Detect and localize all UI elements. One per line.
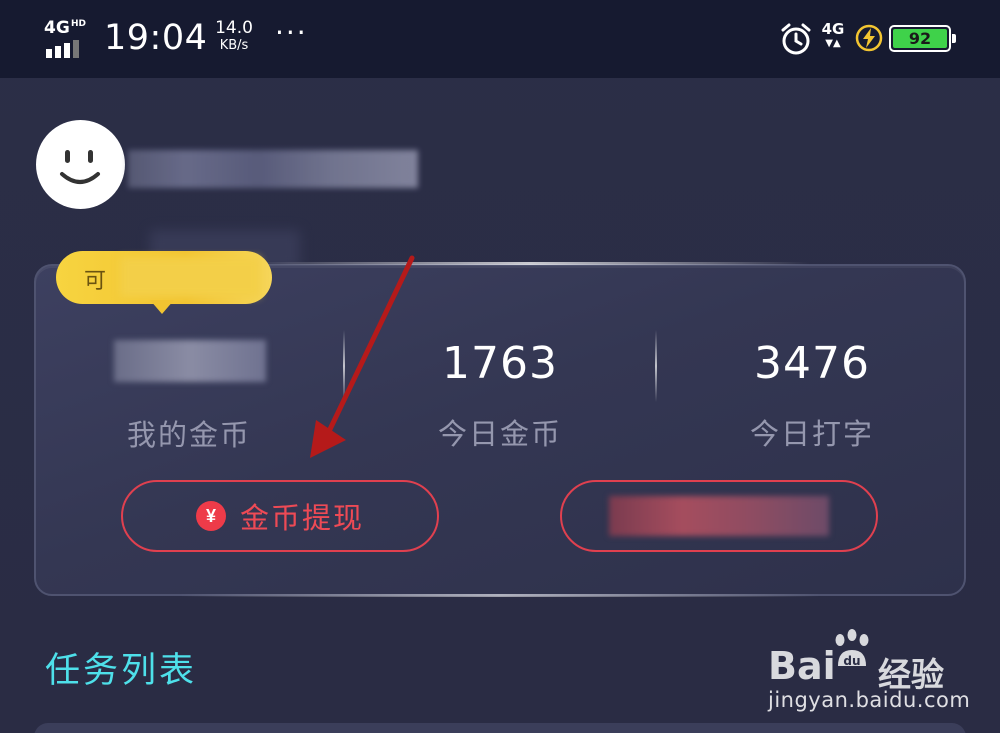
mobile-data-indicator: 4G ▼▲ — [819, 21, 847, 57]
status-bar: 4G HD 19:04 14.0 KB/s ··· 4G ▼▲ 92 — [0, 0, 1000, 78]
stat-today-typing: 3476 今日打字 — [657, 338, 967, 453]
yen-icon: ¥ — [195, 501, 226, 531]
paw-icon: du — [835, 629, 869, 668]
stat-label: 我的金币 — [126, 418, 251, 452]
avatar[interactable] — [36, 120, 125, 209]
smiley-face-icon — [60, 150, 100, 184]
stat-label: 今日打字 — [749, 417, 874, 451]
battery-icon: 92 — [889, 25, 956, 52]
coins-value-redacted — [114, 340, 266, 382]
watermark-site: jingyan.baidu.com — [768, 688, 971, 712]
svg-text:du: du — [843, 654, 860, 668]
card-highlight — [180, 594, 820, 597]
button-label-redacted — [609, 496, 829, 536]
task-list-card — [34, 723, 966, 733]
withdraw-coins-label: 金币提现 — [239, 503, 364, 535]
battery-level: 92 — [893, 29, 947, 48]
clock: 19:04 — [104, 18, 208, 58]
alarm-clock-icon — [781, 23, 811, 55]
task-list-title: 任务列表 — [45, 651, 198, 691]
stat-value: 3476 — [754, 338, 870, 389]
baidu-jingyan-watermark: Bai du 经验 jingyan.baidu.com — [768, 626, 971, 716]
watermark-brand: Bai — [768, 644, 836, 688]
mobile-data-type: 4G — [821, 20, 845, 38]
balance-tooltip-text: 可 — [84, 269, 107, 294]
username-redacted — [128, 150, 418, 188]
more-notifications-icon: ··· — [275, 16, 308, 49]
signal-bars-icon — [46, 39, 82, 58]
annotation-arrow-icon — [310, 255, 415, 458]
network-speed-value: 14.0 — [215, 18, 253, 38]
secondary-action-button[interactable] — [560, 480, 878, 552]
network-speed: 14.0 KB/s — [210, 20, 258, 54]
tooltip-tail — [150, 300, 174, 314]
network-type: 4G — [44, 18, 70, 38]
data-arrows-icon: ▼▲ — [825, 38, 841, 49]
network-speed-unit: KB/s — [219, 38, 249, 53]
network-indicator: 4G HD — [44, 18, 92, 58]
withdraw-coins-button[interactable]: ¥ 金币提现 — [121, 480, 439, 552]
app-screen: 4G HD 19:04 14.0 KB/s ··· 4G ▼▲ 92 可 我的金… — [0, 0, 1000, 733]
network-hd: HD — [71, 19, 87, 29]
lightning-icon — [855, 24, 883, 52]
balance-tooltip: 可 — [56, 251, 272, 304]
